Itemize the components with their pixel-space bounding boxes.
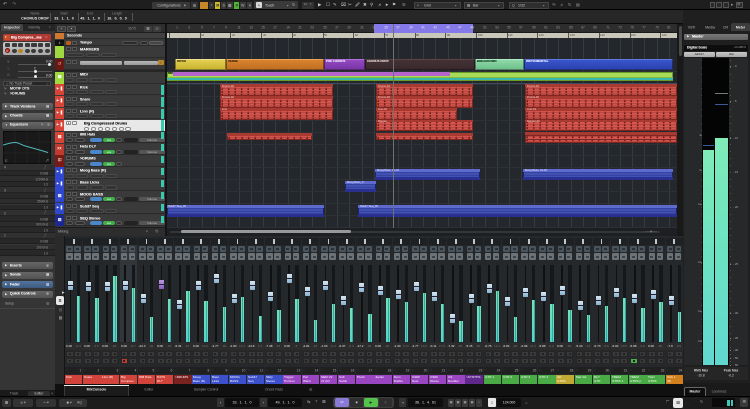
svg-text:↗: ↗ — [45, 158, 49, 164]
svg-text:E: E — [5, 158, 8, 163]
